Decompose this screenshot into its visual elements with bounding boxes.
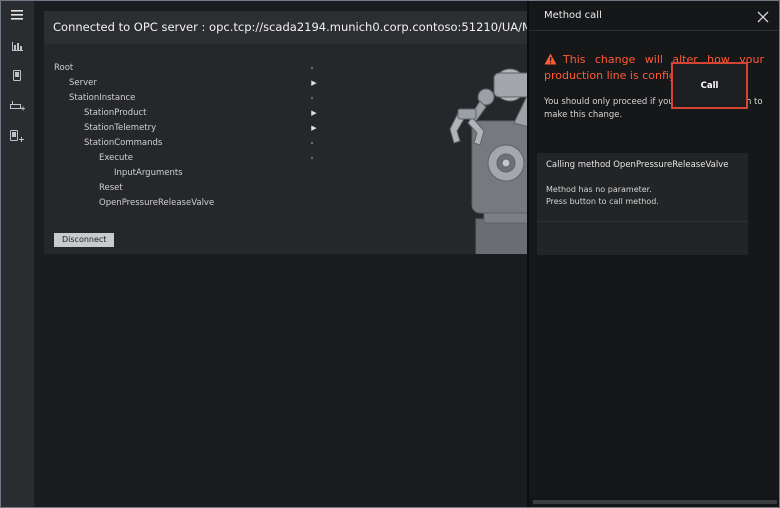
tree-node-station-telemetry[interactable]: StationTelemetry ▶ xyxy=(54,121,317,136)
connection-header: Connected to OPC server : opc.tcp://scad… xyxy=(44,11,544,44)
horizontal-scrollbar[interactable] xyxy=(533,500,777,504)
tree-node-server[interactable]: Server ▶ xyxy=(54,76,317,91)
method-call-panel: Method call This change will alter how y… xyxy=(527,1,779,507)
left-nav-rail xyxy=(1,1,34,507)
connection-card: Connected to OPC server : opc.tcp://scad… xyxy=(44,11,544,254)
expand-caret-icon[interactable]: ▶ xyxy=(309,76,319,91)
robot-arm-illustration xyxy=(449,68,544,254)
panel-divider xyxy=(529,30,779,31)
collapsed-dot-icon xyxy=(311,67,313,69)
bar-chart-icon[interactable] xyxy=(6,35,28,55)
tree-node-station-product[interactable]: StationProduct ▶ xyxy=(54,106,317,121)
expand-caret-icon[interactable]: ▶ xyxy=(309,121,319,136)
tree-node-station-commands[interactable]: StationCommands xyxy=(54,136,314,151)
add-connection-icon[interactable] xyxy=(6,96,28,116)
tree-node-station-instance[interactable]: StationInstance xyxy=(54,91,314,106)
close-icon[interactable] xyxy=(756,9,770,23)
collapsed-dot-icon xyxy=(311,142,313,144)
tree-node-open-pressure-release-valve[interactable]: OpenPressureReleaseValve xyxy=(54,196,314,211)
tree-node-reset[interactable]: Reset xyxy=(54,181,314,196)
method-title: Calling method OpenPressureReleaseValve xyxy=(546,160,729,170)
tree-node-input-arguments[interactable]: InputArguments xyxy=(54,166,314,181)
tree-node-root[interactable]: Root xyxy=(54,61,314,76)
collapsed-dot-icon xyxy=(311,157,313,159)
disconnect-button[interactable]: Disconnect xyxy=(54,233,115,247)
panel-title: Method call xyxy=(544,10,602,21)
tree-node-execute[interactable]: Execute xyxy=(54,151,314,166)
node-tree: Root Server ▶ StationInstance StationPro… xyxy=(54,61,317,211)
add-device-icon[interactable] xyxy=(6,126,28,146)
collapsed-dot-icon xyxy=(311,97,313,99)
mobile-device-icon[interactable] xyxy=(6,65,28,85)
call-button[interactable]: Call xyxy=(671,62,748,109)
method-description: Method has no parameter. Press button to… xyxy=(546,185,659,206)
hamburger-menu-icon[interactable] xyxy=(6,5,28,25)
method-divider xyxy=(537,221,748,222)
method-card: Calling method OpenPressureReleaseValve … xyxy=(537,153,748,255)
expand-caret-icon[interactable]: ▶ xyxy=(309,106,319,121)
